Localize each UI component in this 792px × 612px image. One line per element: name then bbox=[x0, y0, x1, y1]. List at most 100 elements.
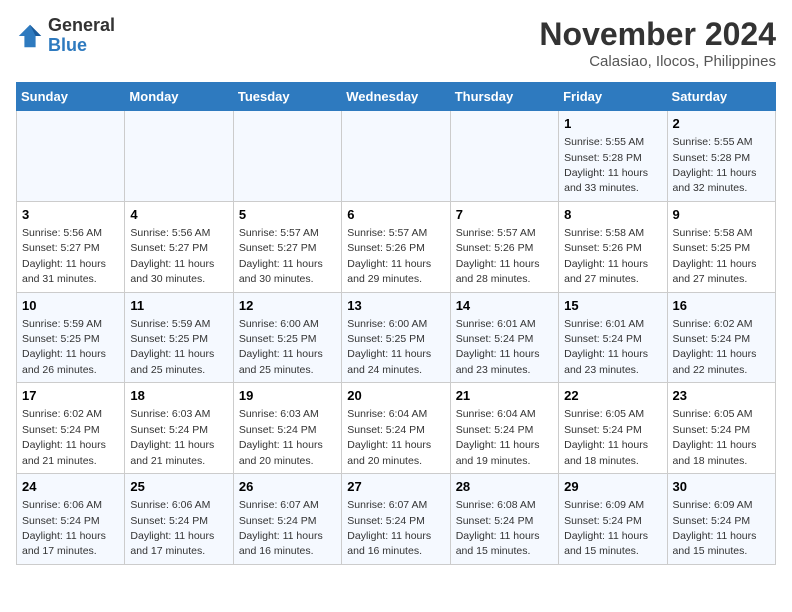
day-detail: Sunrise: 6:07 AM Sunset: 5:24 PM Dayligh… bbox=[347, 499, 431, 557]
calendar-table: SundayMondayTuesdayWednesdayThursdayFrid… bbox=[16, 82, 776, 565]
day-detail: Sunrise: 5:59 AM Sunset: 5:25 PM Dayligh… bbox=[22, 318, 106, 376]
day-detail: Sunrise: 6:01 AM Sunset: 5:24 PM Dayligh… bbox=[564, 318, 648, 376]
calendar-header: SundayMondayTuesdayWednesdayThursdayFrid… bbox=[17, 83, 776, 111]
day-number: 27 bbox=[347, 478, 444, 496]
day-number: 7 bbox=[456, 206, 553, 224]
day-detail: Sunrise: 6:04 AM Sunset: 5:24 PM Dayligh… bbox=[347, 408, 431, 466]
calendar-day-cell: 10Sunrise: 5:59 AM Sunset: 5:25 PM Dayli… bbox=[17, 292, 125, 383]
calendar-day-cell: 16 Sunrise: 6:02 AM Sunset: 5:24 PM Dayli… bbox=[667, 292, 775, 383]
day-number: 4 bbox=[130, 206, 227, 224]
weekday-header: Tuesday bbox=[233, 83, 341, 111]
day-detail: Sunrise: 5:56 AM Sunset: 5:27 PM Dayligh… bbox=[130, 227, 214, 285]
day-detail: Sunrise: 6:06 AM Sunset: 5:24 PM Dayligh… bbox=[130, 499, 214, 557]
day-number: 17 bbox=[22, 387, 119, 405]
calendar-day-cell: 2 Sunrise: 5:55 AM Sunset: 5:28 PM Daylig… bbox=[667, 111, 775, 202]
logo-blue: Blue bbox=[48, 35, 87, 55]
calendar-day-cell: 28 Sunrise: 6:08 AM Sunset: 5:24 PM Dayli… bbox=[450, 474, 558, 565]
calendar-week-row: 3Sunrise: 5:56 AM Sunset: 5:27 PM Daylig… bbox=[17, 201, 776, 292]
day-number: 20 bbox=[347, 387, 444, 405]
weekday-header: Friday bbox=[559, 83, 667, 111]
weekday-header: Saturday bbox=[667, 83, 775, 111]
calendar-day-cell: 17 Sunrise: 6:02 AM Sunset: 5:24 PM Dayli… bbox=[17, 383, 125, 474]
day-detail: Sunrise: 6:05 AM Sunset: 5:24 PM Dayligh… bbox=[673, 408, 757, 466]
day-number: 14 bbox=[456, 297, 553, 315]
day-number: 2 bbox=[673, 115, 770, 133]
day-detail: Sunrise: 6:01 AM Sunset: 5:24 PM Dayligh… bbox=[456, 318, 540, 376]
day-number: 25 bbox=[130, 478, 227, 496]
day-detail: Sunrise: 6:02 AM Sunset: 5:24 PM Dayligh… bbox=[673, 318, 757, 376]
page-header: General Blue November 2024 Calasiao, Ilo… bbox=[16, 16, 776, 70]
day-detail: Sunrise: 5:58 AM Sunset: 5:26 PM Dayligh… bbox=[564, 227, 648, 285]
logo-general: General bbox=[48, 15, 115, 35]
calendar-week-row: 10Sunrise: 5:59 AM Sunset: 5:25 PM Dayli… bbox=[17, 292, 776, 383]
day-detail: Sunrise: 5:57 AM Sunset: 5:27 PM Dayligh… bbox=[239, 227, 323, 285]
day-number: 19 bbox=[239, 387, 336, 405]
day-number: 22 bbox=[564, 387, 661, 405]
calendar-day-cell: 3Sunrise: 5:56 AM Sunset: 5:27 PM Daylig… bbox=[17, 201, 125, 292]
day-number: 24 bbox=[22, 478, 119, 496]
calendar-day-cell: 18 Sunrise: 6:03 AM Sunset: 5:24 PM Dayli… bbox=[125, 383, 233, 474]
calendar-day-cell: 23 Sunrise: 6:05 AM Sunset: 5:24 PM Dayli… bbox=[667, 383, 775, 474]
calendar-day-cell: 12Sunrise: 6:00 AM Sunset: 5:25 PM Dayli… bbox=[233, 292, 341, 383]
day-detail: Sunrise: 6:04 AM Sunset: 5:24 PM Dayligh… bbox=[456, 408, 540, 466]
day-number: 18 bbox=[130, 387, 227, 405]
day-detail: Sunrise: 5:59 AM Sunset: 5:25 PM Dayligh… bbox=[130, 318, 214, 376]
month-year: November 2024 bbox=[539, 16, 776, 53]
weekday-header: Wednesday bbox=[342, 83, 450, 111]
day-detail: Sunrise: 6:09 AM Sunset: 5:24 PM Dayligh… bbox=[673, 499, 757, 557]
day-detail: Sunrise: 5:56 AM Sunset: 5:27 PM Dayligh… bbox=[22, 227, 106, 285]
calendar-day-cell: 6Sunrise: 5:57 AM Sunset: 5:26 PM Daylig… bbox=[342, 201, 450, 292]
day-detail: Sunrise: 5:58 AM Sunset: 5:25 PM Dayligh… bbox=[673, 227, 757, 285]
calendar-day-cell: 21 Sunrise: 6:04 AM Sunset: 5:24 PM Dayli… bbox=[450, 383, 558, 474]
calendar-day-cell: 8 Sunrise: 5:58 AM Sunset: 5:26 PM Daylig… bbox=[559, 201, 667, 292]
day-number: 15 bbox=[564, 297, 661, 315]
weekday-header: Sunday bbox=[17, 83, 125, 111]
day-detail: Sunrise: 5:55 AM Sunset: 5:28 PM Dayligh… bbox=[673, 136, 757, 194]
calendar-day-cell: 25 Sunrise: 6:06 AM Sunset: 5:24 PM Dayli… bbox=[125, 474, 233, 565]
day-number: 8 bbox=[564, 206, 661, 224]
day-detail: Sunrise: 6:03 AM Sunset: 5:24 PM Dayligh… bbox=[239, 408, 323, 466]
calendar-day-cell: 1Sunrise: 5:55 AM Sunset: 5:28 PM Daylig… bbox=[559, 111, 667, 202]
calendar-week-row: 1 Sunrise: 5:55 AM Sunset: 5:28 PM Daylig… bbox=[17, 111, 776, 202]
calendar-day-cell bbox=[450, 111, 558, 202]
day-detail: Sunrise: 6:08 AM Sunset: 5:24 PM Dayligh… bbox=[456, 499, 540, 557]
day-detail: Sunrise: 6:02 AM Sunset: 5:24 PM Dayligh… bbox=[22, 408, 106, 466]
calendar-day-cell bbox=[125, 111, 233, 202]
weekday-header: Monday bbox=[125, 83, 233, 111]
calendar-day-cell: 14 Sunrise: 6:01 AM Sunset: 5:24 PM Dayli… bbox=[450, 292, 558, 383]
calendar-day-cell: 13Sunrise: 6:00 AM Sunset: 5:25 PM Dayli… bbox=[342, 292, 450, 383]
day-detail: Sunrise: 5:57 AM Sunset: 5:26 PM Dayligh… bbox=[347, 227, 431, 285]
calendar-week-row: 17 Sunrise: 6:02 AM Sunset: 5:24 PM Dayli… bbox=[17, 383, 776, 474]
day-number: 11 bbox=[130, 297, 227, 315]
calendar-week-row: 24 Sunrise: 6:06 AM Sunset: 5:24 PM Dayli… bbox=[17, 474, 776, 565]
logo-text: General Blue bbox=[48, 16, 115, 56]
day-detail: Sunrise: 5:57 AM Sunset: 5:26 PM Dayligh… bbox=[456, 227, 540, 285]
calendar-day-cell bbox=[17, 111, 125, 202]
day-number: 26 bbox=[239, 478, 336, 496]
day-number: 13 bbox=[347, 297, 444, 315]
calendar-day-cell: 9 Sunrise: 5:58 AM Sunset: 5:25 PM Daylig… bbox=[667, 201, 775, 292]
calendar-day-cell: 26Sunrise: 6:07 AM Sunset: 5:24 PM Dayli… bbox=[233, 474, 341, 565]
calendar-day-cell: 11 Sunrise: 5:59 AM Sunset: 5:25 PM Dayli… bbox=[125, 292, 233, 383]
day-detail: Sunrise: 6:06 AM Sunset: 5:24 PM Dayligh… bbox=[22, 499, 106, 557]
calendar-day-cell: 20 Sunrise: 6:04 AM Sunset: 5:24 PM Dayli… bbox=[342, 383, 450, 474]
day-number: 5 bbox=[239, 206, 336, 224]
day-number: 28 bbox=[456, 478, 553, 496]
day-number: 12 bbox=[239, 297, 336, 315]
calendar-day-cell: 7 Sunrise: 5:57 AM Sunset: 5:26 PM Daylig… bbox=[450, 201, 558, 292]
day-number: 29 bbox=[564, 478, 661, 496]
calendar-day-cell: 29Sunrise: 6:09 AM Sunset: 5:24 PM Dayli… bbox=[559, 474, 667, 565]
calendar-day-cell: 24 Sunrise: 6:06 AM Sunset: 5:24 PM Dayli… bbox=[17, 474, 125, 565]
calendar-day-cell: 19 Sunrise: 6:03 AM Sunset: 5:24 PM Dayli… bbox=[233, 383, 341, 474]
day-number: 1 bbox=[564, 115, 661, 133]
day-detail: Sunrise: 6:03 AM Sunset: 5:24 PM Dayligh… bbox=[130, 408, 214, 466]
calendar-day-cell: 15 Sunrise: 6:01 AM Sunset: 5:24 PM Dayli… bbox=[559, 292, 667, 383]
logo: General Blue bbox=[16, 16, 115, 56]
day-number: 23 bbox=[673, 387, 770, 405]
calendar-day-cell bbox=[342, 111, 450, 202]
day-number: 21 bbox=[456, 387, 553, 405]
location: Calasiao, Ilocos, Philippines bbox=[539, 53, 776, 70]
day-number: 9 bbox=[673, 206, 770, 224]
calendar-day-cell: 22Sunrise: 6:05 AM Sunset: 5:24 PM Dayli… bbox=[559, 383, 667, 474]
day-number: 16 bbox=[673, 297, 770, 315]
